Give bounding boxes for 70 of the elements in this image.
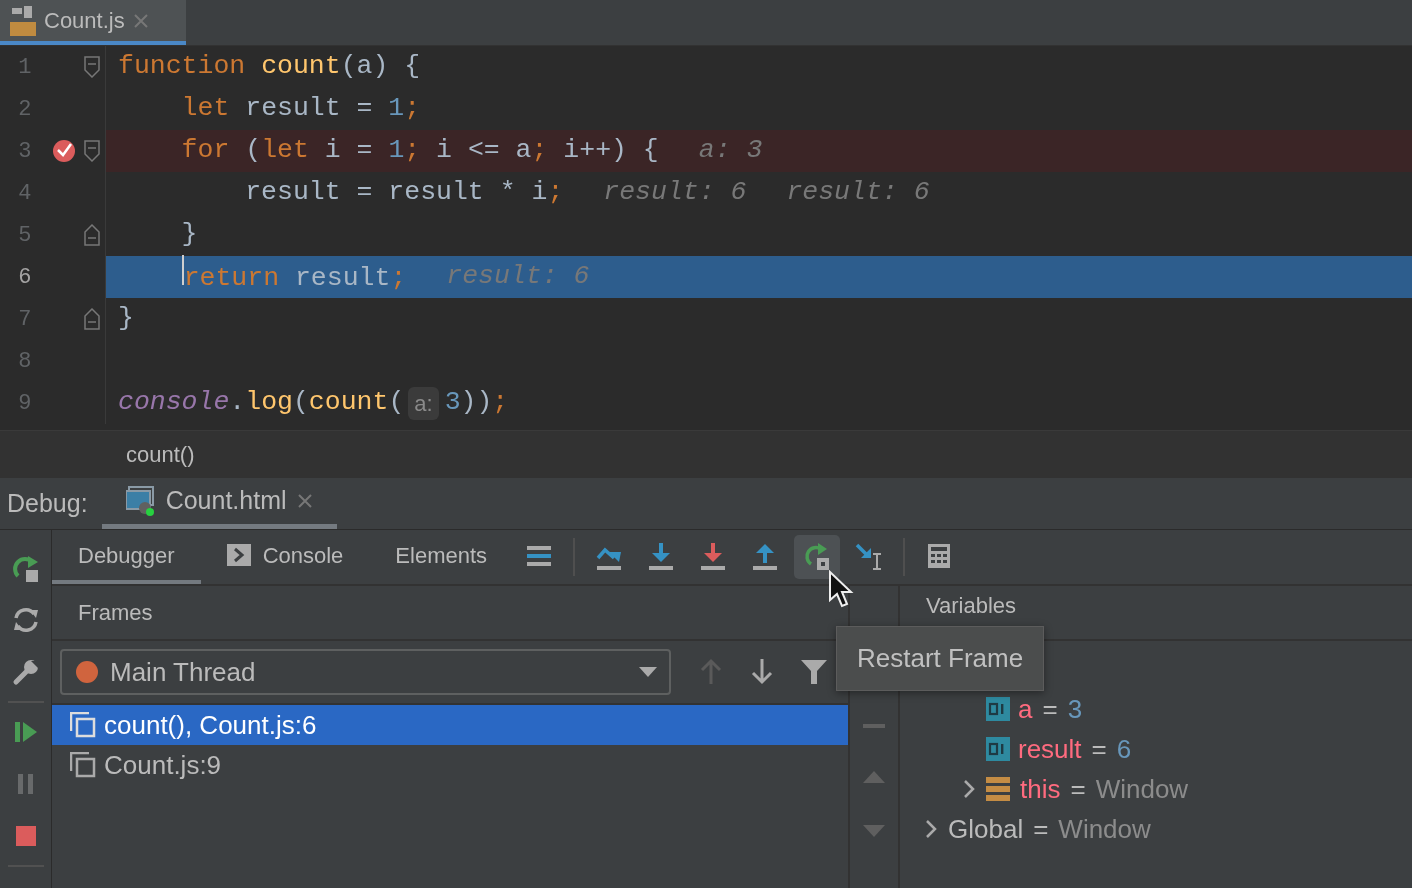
panel-title: Debug: <box>6 487 89 519</box>
fold-icon[interactable] <box>84 140 101 162</box>
inline-value-hint: result: 6 <box>603 176 747 210</box>
wrench-icon <box>11 658 40 686</box>
line-number: 6 <box>17 263 33 292</box>
inline-value-hint: result: 6 <box>786 176 930 210</box>
code-text: result = result * i; <box>244 176 564 210</box>
panel-tab[interactable]: Debugger <box>52 530 201 584</box>
restart-frame-button[interactable] <box>794 535 841 579</box>
down-arrow-icon <box>699 542 728 572</box>
code-text: } <box>180 218 198 252</box>
frame-item[interactable]: count(), Count.js:6 <box>52 705 848 745</box>
tooltip: Restart Frame <box>836 626 1045 691</box>
variable-text: Global = Window <box>948 812 1151 846</box>
variable-text: a = 3 <box>1018 692 1083 726</box>
number-type-icon <box>986 737 1010 761</box>
fold-icon[interactable] <box>84 224 101 246</box>
panel-title: Variables <box>926 592 1017 620</box>
rerun-icon <box>11 554 40 582</box>
variable-text: this = Window <box>1020 772 1189 806</box>
code-text: let result = 1; <box>180 92 421 126</box>
down-arrow-icon <box>647 542 676 572</box>
refresh-icon <box>11 606 40 634</box>
line-number: 9 <box>17 389 33 418</box>
line-number: 5 <box>17 221 33 250</box>
line-number: 8 <box>17 347 33 376</box>
fold-icon[interactable] <box>84 56 101 78</box>
code-text: 3)); <box>444 386 509 420</box>
object-icon <box>986 777 1012 801</box>
panel-title: Frames <box>78 599 153 627</box>
code-text: return result; <box>118 255 407 299</box>
filter-icon <box>801 658 828 686</box>
variable-row[interactable]: result = 6 <box>900 729 1412 769</box>
variable-row[interactable]: Global = Window <box>900 809 1412 849</box>
stack-frame-icon <box>70 752 96 778</box>
up-arrow-icon <box>751 542 780 572</box>
stack-frame-icon <box>70 712 96 738</box>
browser-window-icon <box>125 486 156 516</box>
close-icon[interactable] <box>296 493 313 509</box>
mouse-pointer-icon <box>828 570 854 608</box>
breakpoint-icon[interactable] <box>52 139 77 163</box>
panel-tab[interactable]: Elements <box>369 530 514 584</box>
file-tab[interactable]: Count.js <box>0 0 186 45</box>
code-text: console.log(count( <box>118 386 405 420</box>
line-number: 1 <box>17 53 33 82</box>
inline-value-hint: result: 6 <box>446 260 590 294</box>
dropdown-caret-icon <box>638 667 657 677</box>
parameter-hint: a: <box>408 386 439 420</box>
number-type-icon <box>986 697 1010 721</box>
variable-row[interactable]: this = Window <box>900 769 1412 809</box>
thread-dropdown[interactable]: Main Thread <box>60 649 671 695</box>
code-text: } <box>118 302 134 336</box>
frame-item[interactable]: Count.js:9 <box>52 745 848 785</box>
inline-value-hint: a: 3 <box>698 134 763 168</box>
variable-row[interactable]: a = 3 <box>900 689 1412 729</box>
breadcrumb[interactable]: count() <box>126 438 195 471</box>
code-text: for (let i = 1; i <= a; i++) { <box>180 134 659 168</box>
restart-icon <box>803 542 832 572</box>
panel-tab[interactable]: Console <box>200 530 370 584</box>
line-number: 4 <box>17 179 33 208</box>
minus-icon <box>863 724 885 728</box>
arrow-text-cursor-icon <box>855 542 884 572</box>
code-text: function count(a) { <box>118 50 421 84</box>
fold-icon[interactable] <box>84 308 101 330</box>
line-number: 3 <box>17 137 33 166</box>
line-number: 7 <box>17 305 33 334</box>
variable-text: result = 6 <box>1018 732 1132 766</box>
line-number: 2 <box>17 95 33 124</box>
file-icon <box>10 5 36 36</box>
close-icon <box>132 12 149 29</box>
